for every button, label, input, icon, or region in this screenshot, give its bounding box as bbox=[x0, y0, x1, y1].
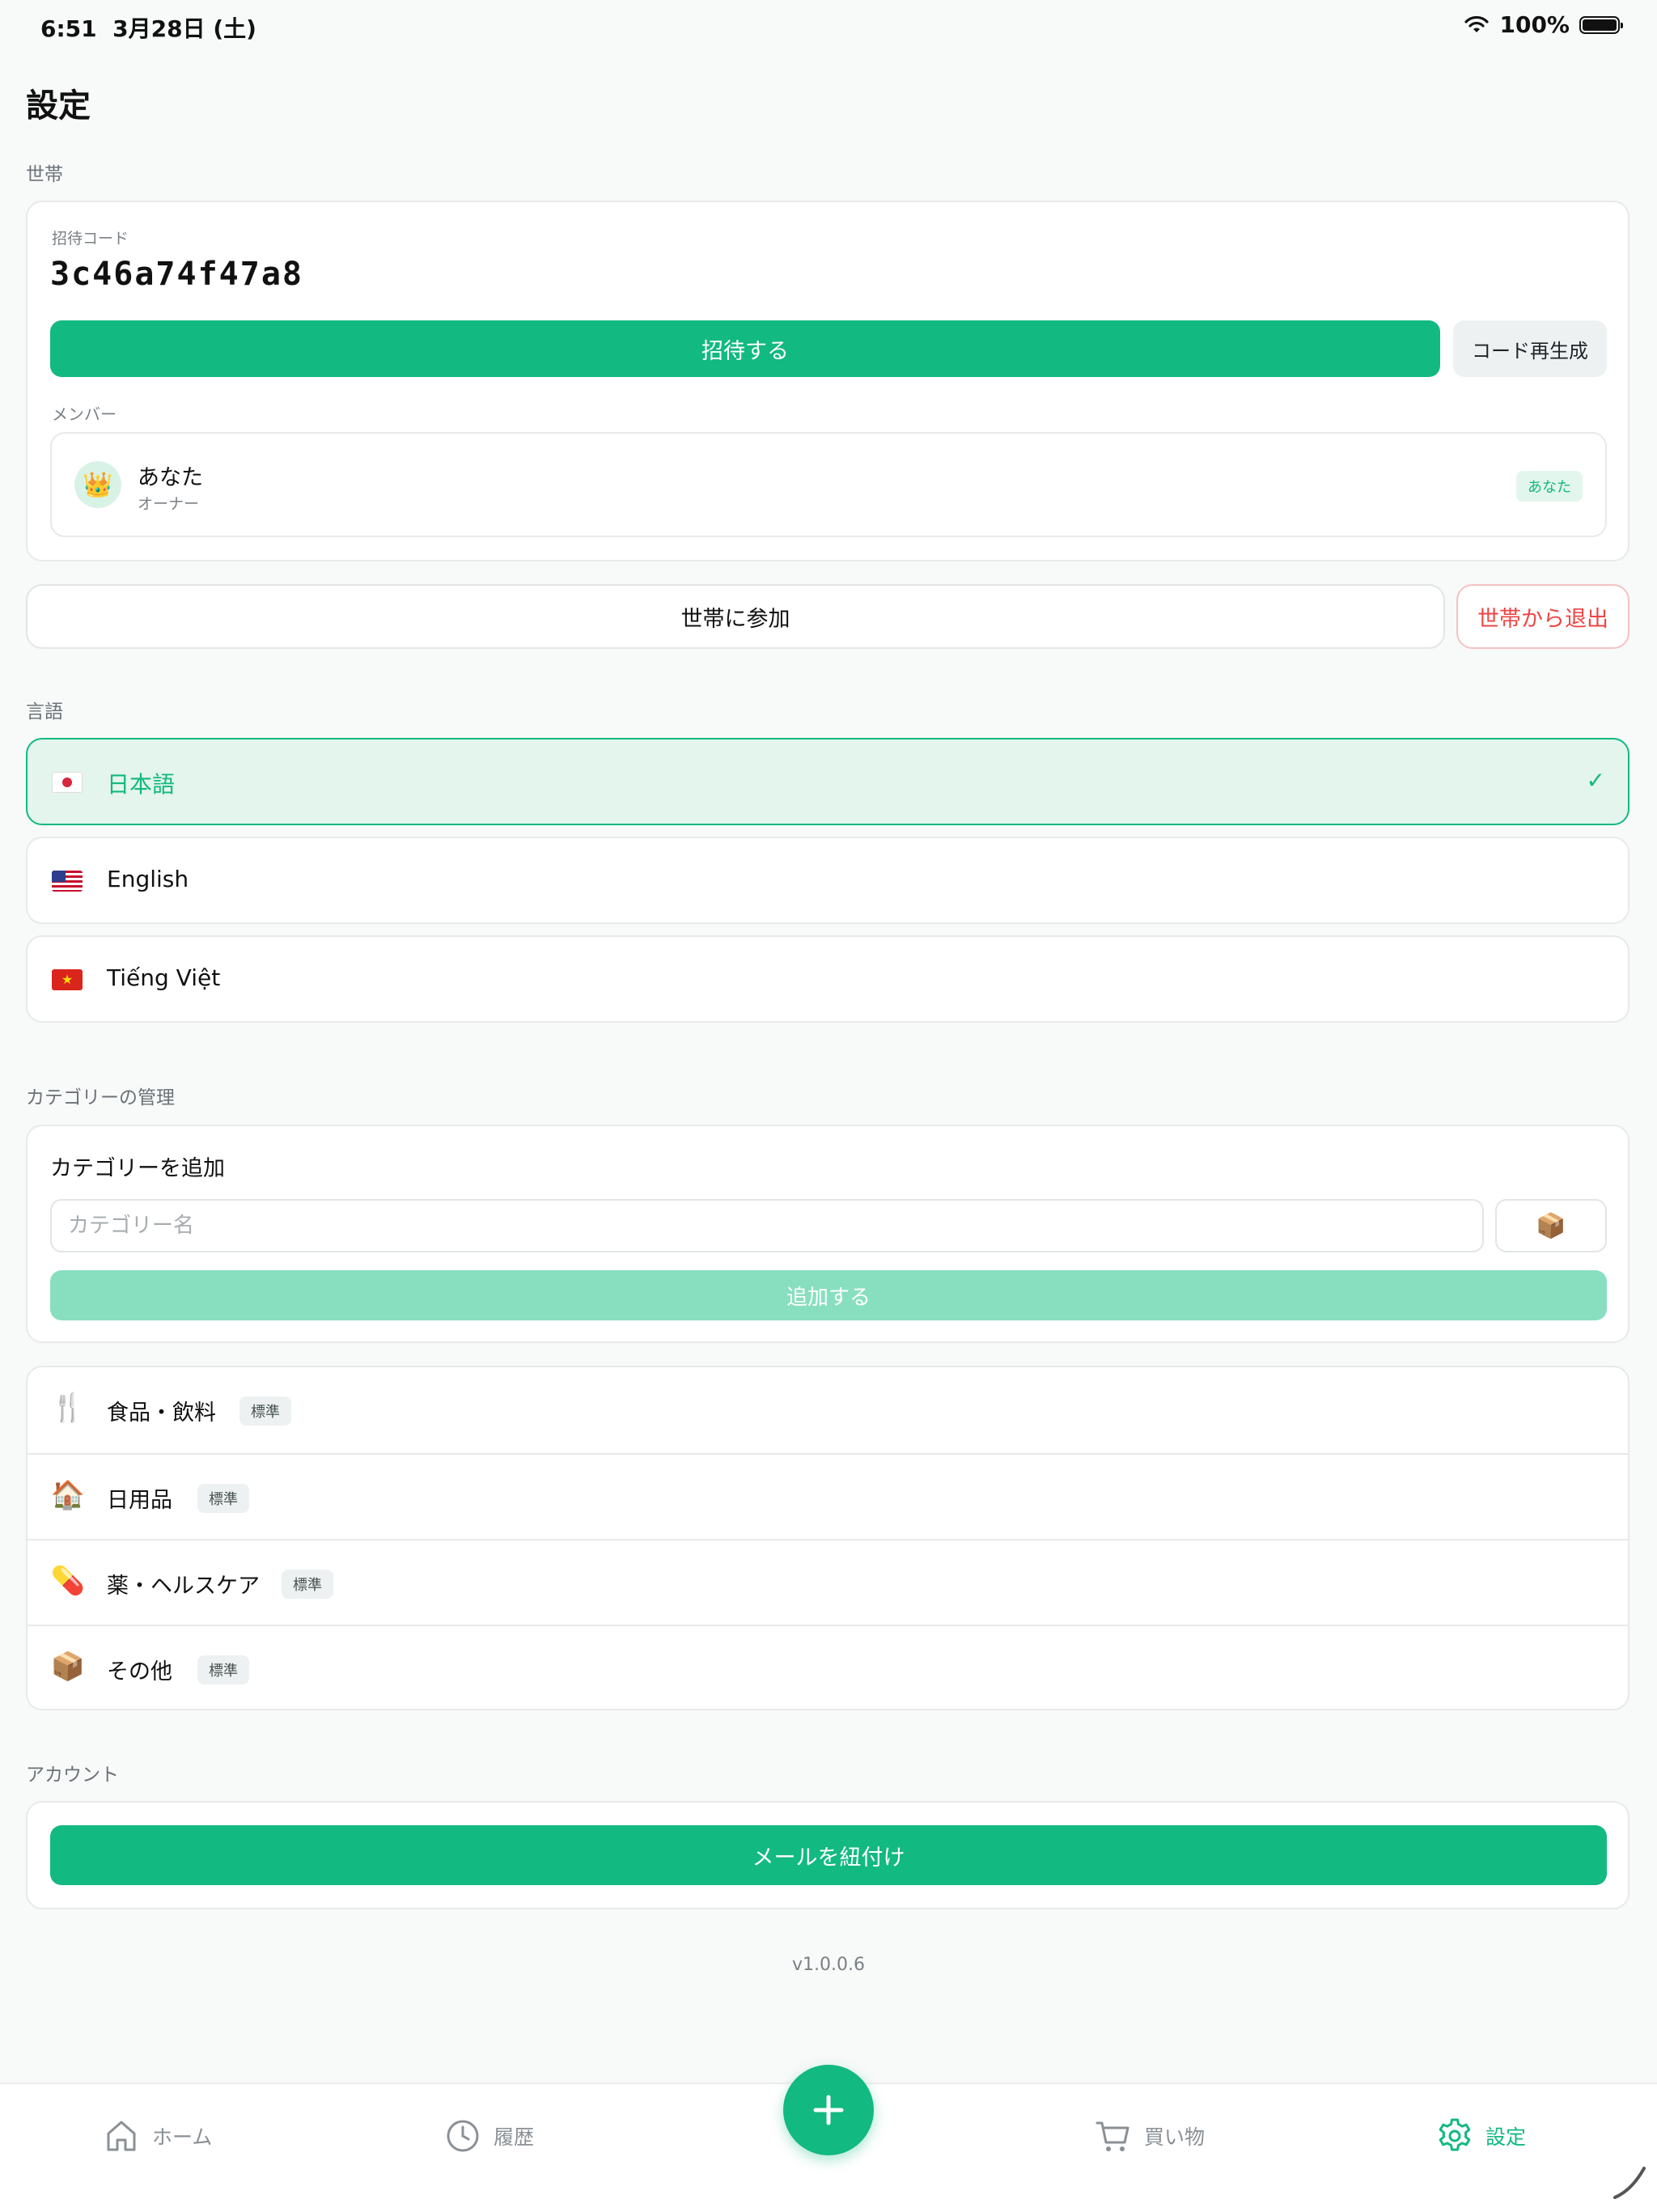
status-time: 6:51 3月28日 (土) bbox=[40, 11, 256, 44]
member-row: 👑 あなた オーナー あなた bbox=[50, 432, 1607, 537]
battery-icon bbox=[1579, 15, 1623, 34]
tab-settings[interactable]: 設定 bbox=[1435, 2117, 1526, 2155]
add-category-title: カテゴリーを追加 bbox=[50, 1156, 225, 1181]
category-row-medicine[interactable]: 💊 薬・ヘルスケア 標準 bbox=[28, 1539, 1628, 1625]
category-name: 食品・飲料 bbox=[107, 1401, 216, 1426]
category-row-other[interactable]: 📦 その他 標準 bbox=[28, 1625, 1628, 1709]
category-name: その他 bbox=[107, 1659, 172, 1684]
join-household-button[interactable]: 世帯に参加 bbox=[26, 584, 1445, 649]
us-flag-icon bbox=[52, 871, 83, 892]
add-item-button[interactable] bbox=[783, 2065, 874, 2155]
add-category-card: カテゴリーを追加 📦 追加する bbox=[26, 1125, 1629, 1343]
invite-code-label: 招待コード bbox=[52, 230, 129, 248]
category-name-input[interactable] bbox=[50, 1199, 1484, 1252]
tab-label: ホーム bbox=[152, 2125, 213, 2149]
plus-icon bbox=[813, 2095, 844, 2125]
account-section-label: アカウント bbox=[26, 1765, 119, 1786]
category-list: 🍴 食品・飲料 標準 🏠 日用品 標準 💊 薬・ヘルスケア 標準 📦 その他 標… bbox=[26, 1366, 1629, 1710]
language-option-vi[interactable]: ★ Tiếng Việt bbox=[26, 935, 1629, 1023]
vietnam-flag-icon: ★ bbox=[52, 969, 83, 990]
language-option-ja[interactable]: 日本語 ✓ bbox=[26, 738, 1629, 825]
tab-history[interactable]: 履歴 bbox=[443, 2117, 534, 2155]
members-label: メンバー bbox=[52, 405, 117, 424]
language-label: 日本語 bbox=[107, 771, 176, 798]
language-section-label: 言語 bbox=[26, 701, 63, 723]
wifi-icon bbox=[1464, 15, 1490, 32]
language-option-en[interactable]: English bbox=[26, 837, 1629, 924]
cart-icon bbox=[1095, 2121, 1129, 2151]
add-category-button[interactable]: 追加する bbox=[50, 1270, 1607, 1320]
household-section-label: 世帯 bbox=[26, 164, 63, 185]
fork-knife-icon: 🍴 bbox=[50, 1392, 86, 1424]
battery-percent: 100% bbox=[1499, 11, 1570, 38]
status-bar: 6:51 3月28日 (土) 100% bbox=[0, 0, 1657, 52]
tab-label: 履歴 bbox=[494, 2125, 535, 2149]
category-row-daily[interactable]: 🏠 日用品 標準 bbox=[28, 1453, 1628, 1539]
tab-home[interactable]: ホーム bbox=[102, 2117, 212, 2155]
app-version: v1.0.0.6 bbox=[792, 1955, 865, 1975]
default-badge: 標準 bbox=[239, 1396, 291, 1426]
member-role: オーナー bbox=[138, 495, 200, 513]
you-badge: あなた bbox=[1516, 471, 1583, 502]
category-name: 薬・ヘルスケア bbox=[107, 1574, 260, 1599]
time-text: 6:51 bbox=[40, 15, 97, 42]
pill-icon: 💊 bbox=[50, 1565, 86, 1597]
default-badge: 標準 bbox=[282, 1570, 333, 1599]
house-icon: 🏠 bbox=[50, 1479, 86, 1511]
tab-label: 設定 bbox=[1485, 2125, 1527, 2149]
clock-icon bbox=[447, 2120, 479, 2152]
date-text: 3月28日 (土) bbox=[112, 15, 256, 42]
status-right: 100% bbox=[1464, 11, 1623, 38]
check-icon: ✓ bbox=[1586, 767, 1605, 794]
categories-section-label: カテゴリーの管理 bbox=[26, 1087, 175, 1108]
package-icon: 📦 bbox=[50, 1651, 86, 1683]
default-badge: 標準 bbox=[197, 1484, 249, 1513]
language-label: Tiếng Việt bbox=[107, 964, 221, 991]
invite-code: 3c46a74f47a8 bbox=[50, 256, 303, 293]
regenerate-code-button[interactable]: コード再生成 bbox=[1453, 320, 1607, 377]
household-card: 招待コード 3c46a74f47a8 招待する コード再生成 メンバー 👑 あな… bbox=[26, 201, 1629, 561]
emoji-picker-button[interactable]: 📦 bbox=[1495, 1199, 1607, 1252]
invite-button[interactable]: 招待する bbox=[50, 320, 1440, 377]
gear-icon bbox=[1439, 2118, 1471, 2151]
language-label: English bbox=[107, 866, 189, 892]
tab-label: 買い物 bbox=[1144, 2125, 1206, 2149]
default-badge: 標準 bbox=[197, 1655, 249, 1684]
leave-household-button[interactable]: 世帯から退出 bbox=[1456, 584, 1629, 649]
member-name: あなた bbox=[138, 465, 203, 490]
home-icon bbox=[107, 2121, 136, 2151]
category-row-food[interactable]: 🍴 食品・飲料 標準 bbox=[28, 1367, 1628, 1453]
japan-flag-icon bbox=[52, 772, 83, 793]
account-card: メールを紐付け bbox=[26, 1801, 1629, 1909]
category-name: 日用品 bbox=[107, 1488, 172, 1513]
avatar: 👑 bbox=[74, 461, 121, 508]
link-email-button[interactable]: メールを紐付け bbox=[50, 1825, 1607, 1885]
page-title: 設定 bbox=[26, 87, 91, 125]
pencil-stroke-icon bbox=[1613, 2167, 1646, 2199]
tab-shopping[interactable]: 買い物 bbox=[1094, 2117, 1205, 2155]
